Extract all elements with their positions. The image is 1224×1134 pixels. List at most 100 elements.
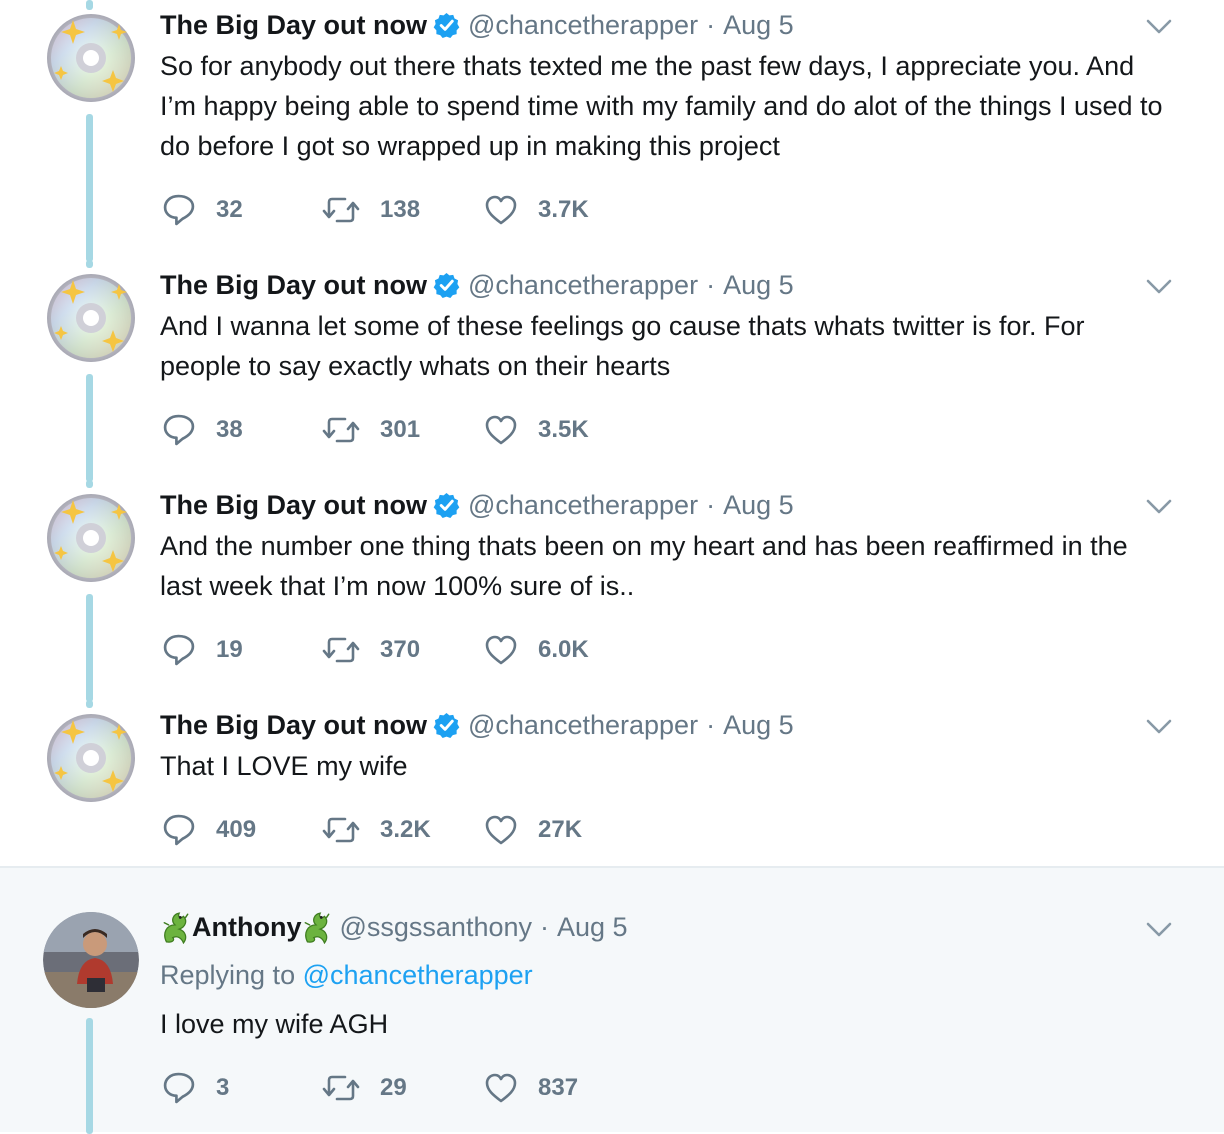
avatar[interactable] [43,490,139,586]
reply-button[interactable]: 19 [162,633,322,667]
display-name[interactable]: Anthony [192,912,301,943]
retweet-button[interactable]: 3.2K [322,814,484,846]
tweet-text: So for anybody out there thats texted me… [160,51,1163,161]
thread-line [86,114,93,262]
heart-icon [485,415,517,445]
tweet-actions: 32 138 3.7K [162,192,634,228]
like-count: 6.0K [538,636,589,663]
verified-badge-icon [433,271,460,299]
display-name[interactable]: The Big Day out now [160,490,427,521]
tweet-date[interactable]: Aug 5 [557,912,628,943]
reply-count: 3 [216,1074,230,1101]
reply-bubble-icon [163,194,195,226]
retweet-count: 3.2K [380,816,431,843]
like-button[interactable]: 837 [484,1072,634,1104]
display-name[interactable]: The Big Day out now [160,270,427,301]
retweet-button[interactable]: 29 [322,1072,484,1104]
reply-button[interactable]: 38 [162,413,322,447]
tweet-date[interactable]: Aug 5 [723,10,794,41]
retweet-icon [322,637,360,663]
tweet-header: The Big Day out now @chancetherapper · A… [160,487,794,523]
reply-count: 409 [216,816,257,843]
retweet-count: 29 [380,1074,407,1101]
like-button[interactable]: 3.5K [484,414,634,446]
retweet-button[interactable]: 301 [322,414,484,446]
tweet-2[interactable]: The Big Day out now @chancetherapper · A… [0,260,1224,482]
replying-to: Replying to @chancetherapper [160,960,533,991]
chevron-down-icon[interactable] [1146,922,1172,938]
avatar[interactable] [43,710,139,806]
tweet-text: And I wanna let some of these feelings g… [160,311,1085,381]
separator-dot: · [706,709,716,740]
reply-bubble-icon [163,634,195,666]
retweet-count: 138 [380,196,421,223]
tweet-4[interactable]: The Big Day out now @chancetherapper · A… [0,700,1224,866]
tweet-header: The Big Day out now @chancetherapper · A… [160,707,794,743]
like-button[interactable]: 3.7K [484,194,634,226]
tweet-header: The Big Day out now @chancetherapper · A… [160,267,794,303]
chevron-down-icon[interactable] [1146,19,1172,35]
tweet-header: The Big Day out now @chancetherapper · A… [160,7,794,43]
like-count: 3.5K [538,416,589,443]
heart-icon [485,635,517,665]
tweet-actions: 38 301 3.5K [162,412,634,448]
tweet-date[interactable]: Aug 5 [723,710,794,741]
username[interactable]: @chancetherapper [468,710,698,741]
reply-button[interactable]: 409 [162,813,322,847]
tweet-actions: 3 29 837 [162,1070,634,1106]
thread-line [86,480,93,488]
tweet-header: Anthony @ssgssanthony · Aug 5 [160,908,628,946]
reply-tweet[interactable]: Anthony @ssgssanthony · Aug 5 Replying t… [0,866,1224,1134]
reply-count: 32 [216,196,243,223]
tweet-actions: 409 3.2K 27K [162,812,634,848]
chevron-down-icon[interactable] [1146,279,1172,295]
reply-count: 19 [216,636,243,663]
verified-badge-icon [433,711,460,739]
username[interactable]: @chancetherapper [468,10,698,41]
separator-dot: · [706,269,716,300]
display-name[interactable]: The Big Day out now [160,10,427,41]
like-button[interactable]: 27K [484,814,634,846]
thread-line [86,260,93,268]
display-name[interactable]: The Big Day out now [160,710,427,741]
username[interactable]: @chancetherapper [468,490,698,521]
thread-line [86,594,93,702]
retweet-icon [322,417,360,443]
thread-line [86,374,93,482]
retweet-button[interactable]: 138 [322,194,484,226]
retweet-icon [322,197,360,223]
tweet-date[interactable]: Aug 5 [723,270,794,301]
reply-button[interactable]: 32 [162,193,322,227]
reply-count: 38 [216,416,243,443]
separator-dot: · [706,9,716,40]
like-button[interactable]: 6.0K [484,634,634,666]
retweet-icon [322,817,360,843]
chevron-down-icon[interactable] [1146,499,1172,515]
tweet-1[interactable]: The Big Day out now @chancetherapper · A… [0,0,1224,262]
replying-to-link[interactable]: @chancetherapper [303,960,533,990]
tweet-3[interactable]: The Big Day out now @chancetherapper · A… [0,480,1224,702]
retweet-icon [322,1075,360,1101]
retweet-count: 301 [380,416,421,443]
chevron-down-icon[interactable] [1146,719,1172,735]
username[interactable]: @ssgssanthony [339,912,532,943]
tweet-date[interactable]: Aug 5 [723,490,794,521]
tweet-actions: 19 370 6.0K [162,632,634,668]
reply-bubble-icon [163,414,195,446]
avatar[interactable] [43,270,139,366]
retweet-count: 370 [380,636,421,663]
thread-line [86,1018,93,1134]
heart-icon [485,815,517,845]
reply-button[interactable]: 3 [162,1071,322,1105]
avatar[interactable] [43,912,139,1008]
retweet-button[interactable]: 370 [322,634,484,666]
avatar[interactable] [43,10,139,106]
dragon-icon [305,912,330,944]
heart-icon [485,1073,517,1103]
replying-prefix: Replying to [160,960,296,990]
username[interactable]: @chancetherapper [468,270,698,301]
tweet-text: I love my wife AGH [160,1009,389,1039]
verified-badge-icon [433,11,460,39]
thread-line [86,0,93,10]
like-count: 3.7K [538,196,589,223]
